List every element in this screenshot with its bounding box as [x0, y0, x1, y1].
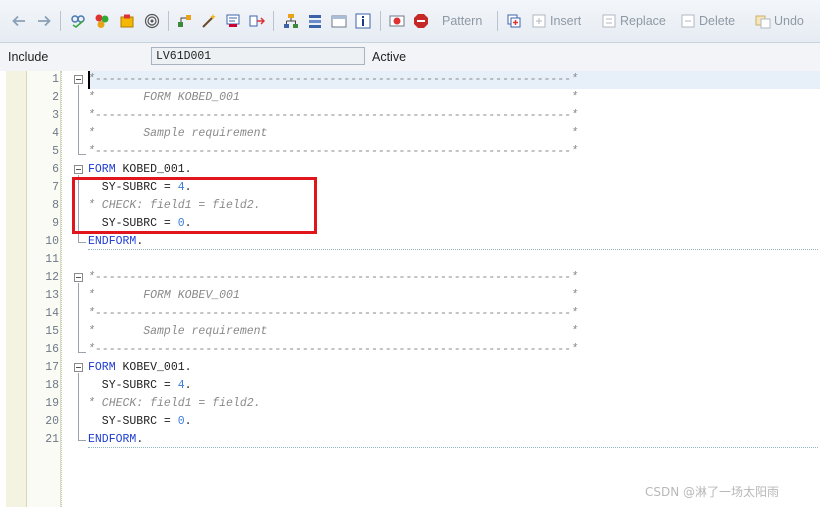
- fold-toggle-icon[interactable]: [74, 165, 83, 174]
- line-number: 3: [52, 109, 59, 122]
- replace-label: Replace: [620, 14, 666, 28]
- insert-button[interactable]: Insert: [531, 11, 581, 31]
- back-arrow-icon[interactable]: [11, 11, 27, 31]
- code-text: *---------------------------------------…: [88, 271, 578, 284]
- line-number: 17: [45, 361, 59, 374]
- undo-button[interactable]: Undo: [755, 11, 804, 31]
- code-text: * FORM KOBED_001 *: [88, 91, 578, 104]
- code-line[interactable]: 18 SY-SUBRC = 4.: [0, 377, 820, 395]
- delete-button[interactable]: Delete: [680, 11, 735, 31]
- code-line[interactable]: 20 SY-SUBRC = 0.: [0, 413, 820, 431]
- line-number: 9: [52, 217, 59, 230]
- info-icon[interactable]: [355, 11, 371, 31]
- code-line[interactable]: 19 * CHECK: field1 = field2.: [0, 395, 820, 413]
- code-line[interactable]: 3 *-------------------------------------…: [0, 107, 820, 125]
- line-number: 6: [52, 163, 59, 176]
- code-line[interactable]: 16 *------------------------------------…: [0, 341, 820, 359]
- fold-toggle-icon[interactable]: [74, 75, 83, 84]
- include-label: Include: [8, 50, 49, 64]
- other-object-icon[interactable]: [70, 11, 86, 31]
- code-line[interactable]: 5 *-------------------------------------…: [0, 143, 820, 161]
- include-name-field[interactable]: LV61D001: [151, 47, 365, 65]
- display-object-list-icon[interactable]: [177, 11, 193, 31]
- line-number: 7: [52, 181, 59, 194]
- code-text: FORM KOBED_001.: [88, 163, 192, 176]
- program-header: Include LV61D001 Active: [0, 43, 820, 72]
- code-line[interactable]: 1 *-------------------------------------…: [0, 71, 820, 89]
- code-line[interactable]: 15 * Sample requirement *: [0, 323, 820, 341]
- undo-label: Undo: [774, 14, 804, 28]
- line-number: 8: [52, 199, 59, 212]
- line-number: 20: [45, 415, 59, 428]
- code-line[interactable]: 11: [0, 251, 820, 269]
- code-line[interactable]: 17 FORM KOBEV_001.: [0, 359, 820, 377]
- line-number: 2: [52, 91, 59, 104]
- magic-wand-icon[interactable]: [201, 11, 217, 31]
- code-line[interactable]: 2 * FORM KOBED_001 *: [0, 89, 820, 107]
- line-number: 18: [45, 379, 59, 392]
- line-number: 12: [45, 271, 59, 284]
- line-number: 13: [45, 289, 59, 302]
- code-text: ENDFORM.: [88, 433, 144, 446]
- line-number: 5: [52, 145, 59, 158]
- line-number: 11: [45, 253, 59, 266]
- window-icon[interactable]: [331, 11, 347, 31]
- insert-label: Insert: [550, 14, 582, 28]
- fold-toggle-icon[interactable]: [74, 273, 83, 282]
- breakpoint-icon[interactable]: [389, 11, 405, 31]
- replace-button[interactable]: Replace: [601, 11, 666, 31]
- line-number: 21: [45, 433, 59, 446]
- stack-icon[interactable]: [307, 11, 323, 31]
- code-editor[interactable]: 1 *-------------------------------------…: [0, 71, 820, 507]
- stop-icon[interactable]: [413, 11, 429, 31]
- application-toolbar: Pattern Insert Replace Delete Undo: [0, 0, 820, 43]
- watermark: CSDN @淋了一场太阳雨: [645, 485, 780, 499]
- line-number: 1: [52, 73, 59, 86]
- status-text: Active: [372, 50, 407, 64]
- code-text: * Sample requirement *: [88, 325, 578, 338]
- code-text: * FORM KOBEV_001 *: [88, 289, 578, 302]
- code-text: SY-SUBRC = 0.: [88, 415, 192, 428]
- code-text: *---------------------------------------…: [88, 145, 578, 158]
- pattern-button[interactable]: Pattern: [442, 11, 482, 31]
- code-line[interactable]: 13 * FORM KOBEV_001 *: [0, 287, 820, 305]
- check-icon[interactable]: [94, 11, 110, 31]
- concatenate-icon[interactable]: [506, 11, 522, 31]
- forward-arrow-icon[interactable]: [36, 11, 52, 31]
- code-text: *---------------------------------------…: [88, 73, 578, 86]
- code-text: *---------------------------------------…: [88, 307, 578, 320]
- pattern-label: Pattern: [442, 14, 483, 28]
- code-line[interactable]: 12 *------------------------------------…: [0, 269, 820, 287]
- navigation-icon[interactable]: [249, 11, 265, 31]
- where-used-icon[interactable]: [144, 11, 160, 31]
- code-text: * Sample requirement *: [88, 127, 578, 140]
- pretty-printer-icon[interactable]: [225, 11, 241, 31]
- code-text: ENDFORM.: [88, 235, 144, 248]
- line-number: 14: [45, 307, 59, 320]
- line-number: 4: [52, 127, 59, 140]
- line-number: 19: [45, 397, 59, 410]
- highlight-annotation-box: [72, 177, 317, 234]
- line-number: 16: [45, 343, 59, 356]
- code-text: SY-SUBRC = 4.: [88, 379, 192, 392]
- fold-toggle-icon[interactable]: [74, 363, 83, 372]
- activate-icon[interactable]: [119, 11, 135, 31]
- hierarchy-icon[interactable]: [283, 11, 299, 31]
- code-text: *---------------------------------------…: [88, 109, 578, 122]
- line-number: 15: [45, 325, 59, 338]
- code-line[interactable]: 4 * Sample requirement *: [0, 125, 820, 143]
- code-text: *---------------------------------------…: [88, 343, 578, 356]
- code-text: FORM KOBEV_001.: [88, 361, 192, 374]
- code-line[interactable]: 14 *------------------------------------…: [0, 305, 820, 323]
- code-text: * CHECK: field1 = field2.: [88, 397, 261, 410]
- delete-label: Delete: [699, 14, 736, 28]
- line-number: 10: [45, 235, 59, 248]
